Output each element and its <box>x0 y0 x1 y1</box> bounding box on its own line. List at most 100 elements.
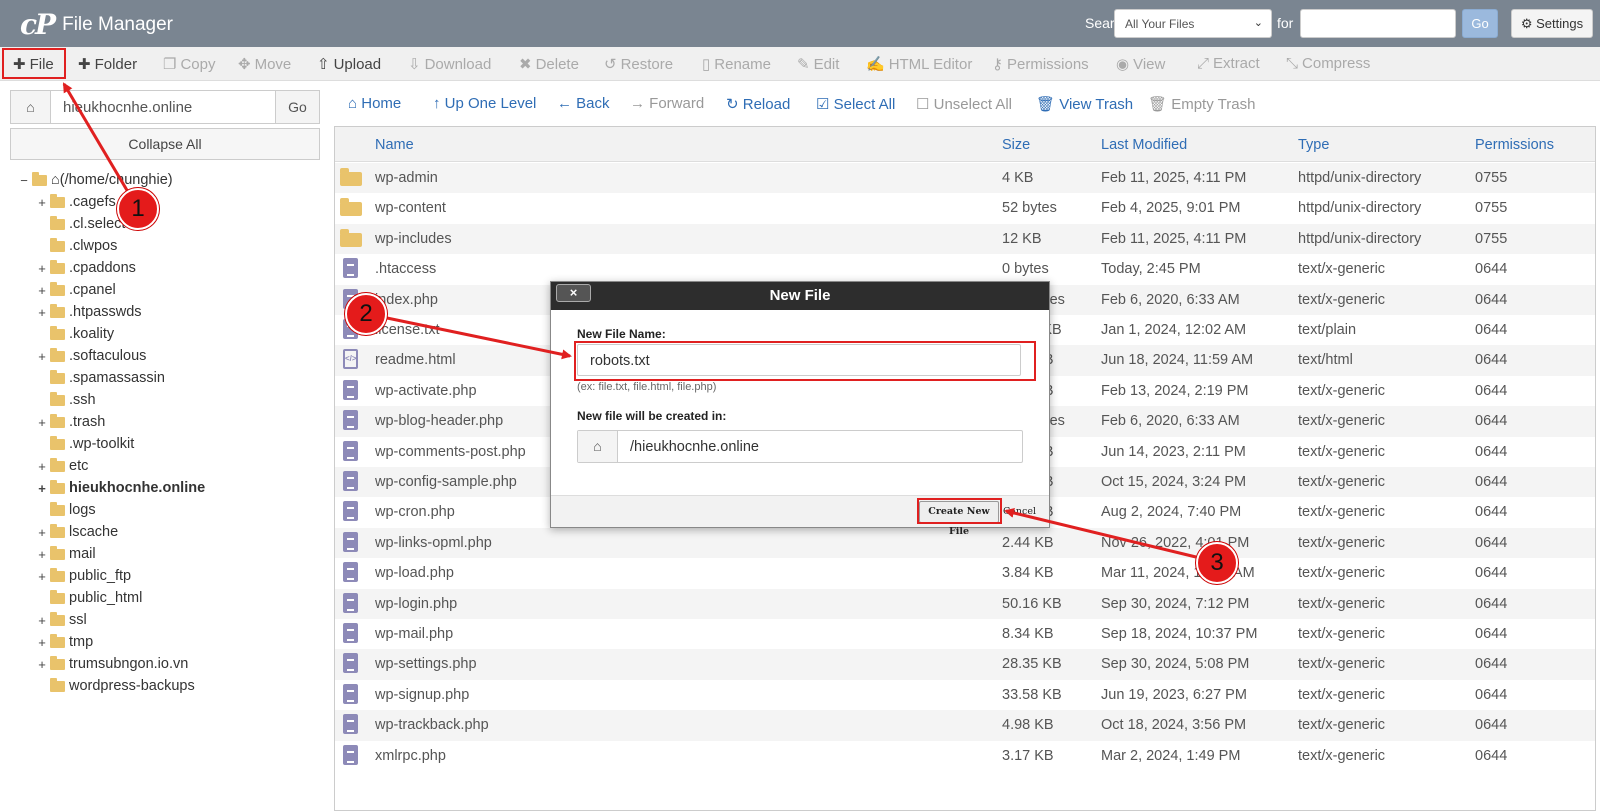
restore-button[interactable]: ↺ Restore <box>604 55 673 73</box>
table-row[interactable]: wp-settings.php 28.35 KB Sep 30, 2024, 5:0… <box>335 649 1595 680</box>
unselect-all-button[interactable]: ☐ Unselect All <box>916 95 1012 113</box>
move-button[interactable]: ✥ Move <box>238 55 291 73</box>
expand-icon[interactable]: + <box>36 525 48 540</box>
tree-item[interactable]: .spamassassin <box>36 368 165 388</box>
tree-item[interactable]: public_html <box>36 588 142 608</box>
tree-item[interactable]: .koality <box>36 324 114 344</box>
up-one-level-button[interactable]: ↑ Up One Level <box>433 95 536 112</box>
expand-icon[interactable]: + <box>36 305 48 320</box>
column-type[interactable]: Type <box>1298 137 1329 153</box>
tree-item[interactable]: + public_ftp <box>36 566 131 586</box>
home-icon[interactable]: ⌂ <box>11 91 51 123</box>
new-folder-button[interactable]: ✚ Folder <box>78 55 137 73</box>
table-row[interactable]: wp-load.php 3.84 KB Mar 11, 2024, 10:05 AM… <box>335 558 1595 588</box>
table-row[interactable]: wp-signup.php 33.58 KB Jun 19, 2023, 6:27 … <box>335 680 1595 710</box>
tree-item[interactable]: + lscache <box>36 522 118 542</box>
destination-path-field[interactable]: ⌂ /hieukhocnhe.online <box>577 430 1023 463</box>
tree-item[interactable]: + .htpasswds <box>36 302 142 322</box>
tree-item[interactable]: + etc <box>36 456 88 476</box>
expand-icon[interactable]: + <box>36 195 48 210</box>
empty-trash-button[interactable]: 🗑 Empty Trash <box>1148 95 1255 113</box>
download-button[interactable]: ⇩ Download <box>408 55 491 73</box>
tree-item[interactable]: logs <box>36 500 96 520</box>
tree-item[interactable]: .wp-toolkit <box>36 434 134 454</box>
forward-button[interactable]: → Forward <box>630 95 704 112</box>
expand-icon[interactable]: + <box>36 459 48 474</box>
table-row[interactable]: wp-trackback.php 4.98 KB Oct 18, 2024, 3:5… <box>335 710 1595 741</box>
column-modified[interactable]: Last Modified <box>1101 137 1187 153</box>
select-all-button[interactable]: ☑ Select All <box>816 95 895 113</box>
cell-perms: 0644 <box>1475 474 1508 490</box>
new-file-name-input[interactable]: robots.txt <box>577 344 1021 376</box>
html-editor-button[interactable]: ✍ HTML Editor <box>866 55 972 73</box>
view-button[interactable]: ◉ View <box>1116 55 1165 73</box>
tree-item[interactable]: + trumsubngon.io.vn <box>36 654 188 674</box>
collapse-icon[interactable]: − <box>18 173 30 188</box>
settings-label: Settings <box>1536 16 1584 31</box>
expand-icon[interactable]: + <box>36 349 48 364</box>
create-new-file-button[interactable]: Create New File <box>919 501 999 537</box>
tree-item[interactable]: + .trash <box>36 412 105 432</box>
reload-button[interactable]: ↻ Reload <box>726 95 790 113</box>
plus-icon: ✚ <box>13 56 26 73</box>
tree-item[interactable]: + tmp <box>36 632 93 652</box>
rename-button[interactable]: ▯ Rename <box>702 55 771 73</box>
table-row[interactable]: wp-mail.php 8.34 KB Sep 18, 2024, 10:37 PM… <box>335 619 1595 649</box>
move-icon: ✥ <box>238 56 251 73</box>
expand-icon[interactable]: + <box>36 613 48 628</box>
edit-button[interactable]: ✎ Edit <box>797 55 839 73</box>
close-icon[interactable]: × <box>556 284 591 302</box>
new-file-button[interactable]: ✚ File <box>13 55 54 73</box>
compress-button[interactable]: ⤡ Compress <box>1286 55 1370 72</box>
cell-modified: Sep 18, 2024, 10:37 PM <box>1101 626 1258 642</box>
table-row[interactable]: wp-content 52 bytes Feb 4, 2025, 9:01 PM ht… <box>335 193 1595 223</box>
home-button[interactable]: ⌂ Home <box>348 95 401 112</box>
copy-button[interactable]: ❐ Copy <box>163 55 215 73</box>
expand-icon[interactable]: + <box>36 635 48 650</box>
column-size[interactable]: Size <box>1002 137 1030 153</box>
expand-icon[interactable]: + <box>36 657 48 672</box>
table-row[interactable]: wp-admin 4 KB Feb 11, 2025, 4:11 PM httpd/u… <box>335 163 1595 194</box>
expand-icon[interactable]: + <box>36 415 48 430</box>
expand-icon[interactable]: + <box>36 261 48 276</box>
back-button[interactable]: ← Back <box>557 95 610 112</box>
expand-icon[interactable]: + <box>36 481 48 496</box>
search-go-button[interactable]: Go <box>1462 9 1498 38</box>
expand-icon[interactable]: + <box>36 569 48 584</box>
tree-item[interactable]: + ssl <box>36 610 87 630</box>
path-go-button[interactable]: Go <box>275 91 319 123</box>
delete-button[interactable]: ✖ Delete <box>519 55 579 73</box>
path-input[interactable]: hieukhocnhe.online <box>63 99 192 116</box>
settings-button[interactable]: ⚙ Settings <box>1511 9 1593 38</box>
collapse-all-button[interactable]: Collapse All <box>10 128 320 160</box>
cpanel-logo[interactable]: cP File Manager <box>20 8 173 41</box>
column-name[interactable]: Name <box>375 137 414 153</box>
table-row[interactable]: xmlrpc.php 3.17 KB Mar 2, 2024, 1:49 PM tex… <box>335 741 1595 771</box>
tree-item[interactable]: + hieukhocnhe.online <box>36 478 205 498</box>
tree-item[interactable]: + mail <box>36 544 96 564</box>
tree-item-label: logs <box>69 502 96 518</box>
table-row[interactable]: wp-includes 12 KB Feb 11, 2025, 4:11 PM htt… <box>335 223 1595 255</box>
tree-item[interactable]: .ssh <box>36 390 96 410</box>
view-trash-button[interactable]: 🗑 View Trash <box>1036 95 1133 113</box>
tree-item[interactable]: + .softaculous <box>36 346 146 366</box>
upload-button[interactable]: ⇧ Upload <box>317 55 381 73</box>
expand-icon[interactable]: + <box>36 547 48 562</box>
tree-item[interactable]: wordpress-backups <box>36 676 195 696</box>
column-permissions[interactable]: Permissions <box>1475 137 1554 153</box>
table-row[interactable]: wp-login.php 50.16 KB Sep 30, 2024, 7:12 P… <box>335 588 1595 619</box>
permissions-button[interactable]: ⚷ Permissions <box>992 55 1089 73</box>
search-input[interactable] <box>1300 9 1456 38</box>
cell-name: wp-cron.php <box>375 504 455 521</box>
cpanel-logo-mark: cP <box>20 8 56 41</box>
tree-item[interactable]: .clwpos <box>36 236 117 256</box>
cell-modified: Feb 11, 2025, 4:11 PM <box>1101 230 1247 247</box>
tree-item[interactable]: + .cagefs <box>36 192 116 212</box>
expand-icon[interactable]: + <box>36 283 48 298</box>
cancel-button[interactable]: Cancel <box>1003 501 1039 523</box>
tree-item[interactable]: + .cpanel <box>36 280 116 300</box>
tree-item[interactable]: − ⌂ (/home/chunghie) <box>18 170 173 190</box>
tree-item[interactable]: + .cpaddons <box>36 258 136 278</box>
extract-button[interactable]: ⤢ Extract <box>1197 55 1260 72</box>
search-scope-select[interactable]: All Your Files ⌄ <box>1114 9 1272 38</box>
